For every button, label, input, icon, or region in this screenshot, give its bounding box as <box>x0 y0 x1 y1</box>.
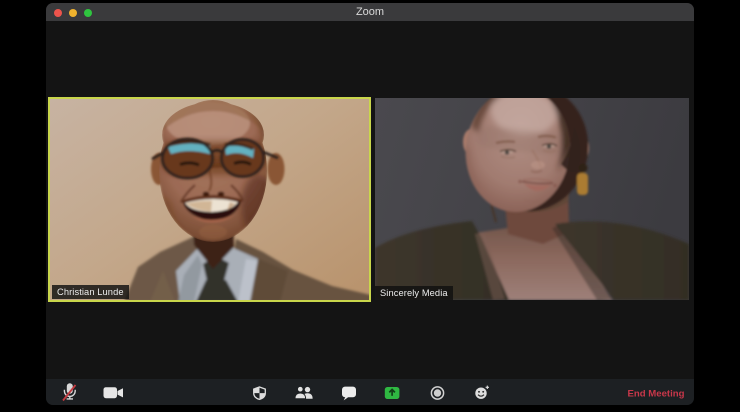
svg-text:End Meeting: End Meeting <box>627 389 684 400</box>
